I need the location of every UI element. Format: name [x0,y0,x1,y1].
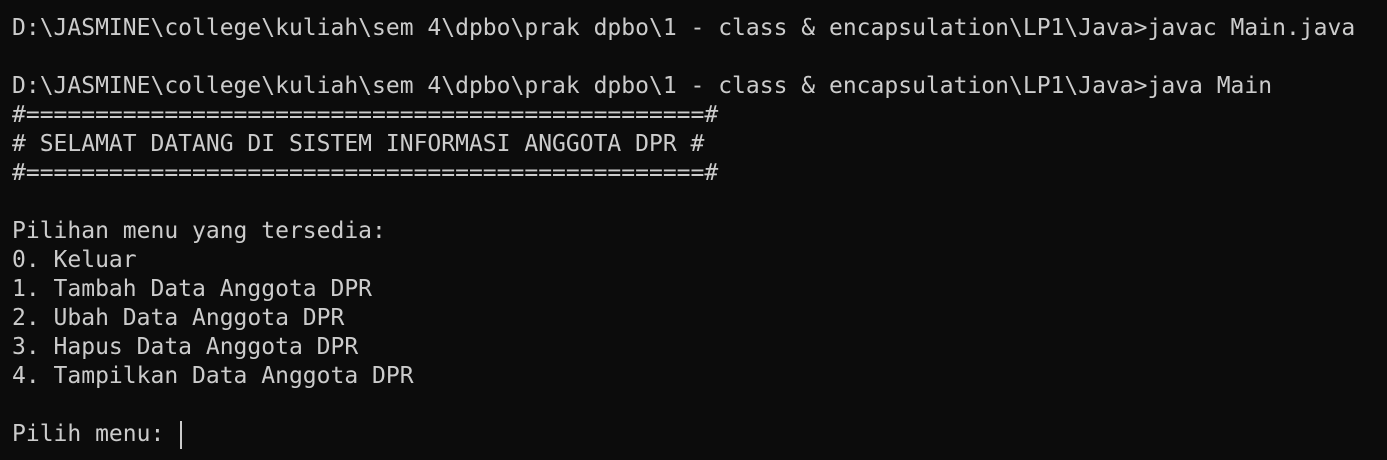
menu-input-line[interactable]: Pilih menu: [12,420,1387,449]
menu-title: Pilihan menu yang tersedia: [12,218,386,244]
menu-item-tambah: 1. Tambah Data Anggota DPR [12,276,373,302]
menu-item-ubah: 2. Ubah Data Anggota DPR [12,305,345,331]
menu-item-hapus: 3. Hapus Data Anggota DPR [12,334,359,360]
command-prompt-path: D:\JASMINE\college\kuliah\sem 4\dpbo\pra… [12,15,1148,41]
text-cursor[interactable] [180,420,183,449]
command-line-compile: D:\JASMINE\college\kuliah\sem 4\dpbo\pra… [12,14,1387,43]
banner-title: # SELAMAT DATANG DI SISTEM INFORMASI ANG… [12,131,705,157]
command-line-run: D:\JASMINE\college\kuliah\sem 4\dpbo\pra… [12,72,1387,101]
command-prompt-path: D:\JASMINE\college\kuliah\sem 4\dpbo\pra… [12,73,1148,99]
terminal-window[interactable]: D:\JASMINE\college\kuliah\sem 4\dpbo\pra… [0,0,1387,460]
menu-item-keluar: 0. Keluar [12,247,137,273]
banner-bottom-border: #=======================================… [12,160,719,186]
menu-item-tampilkan: 4. Tampilkan Data Anggota DPR [12,363,414,389]
menu-input-prompt: Pilih menu: [12,421,179,447]
command-text: java Main [1147,73,1273,99]
command-text: javac Main.java [1147,15,1356,41]
banner-top-border: #=======================================… [12,102,719,128]
